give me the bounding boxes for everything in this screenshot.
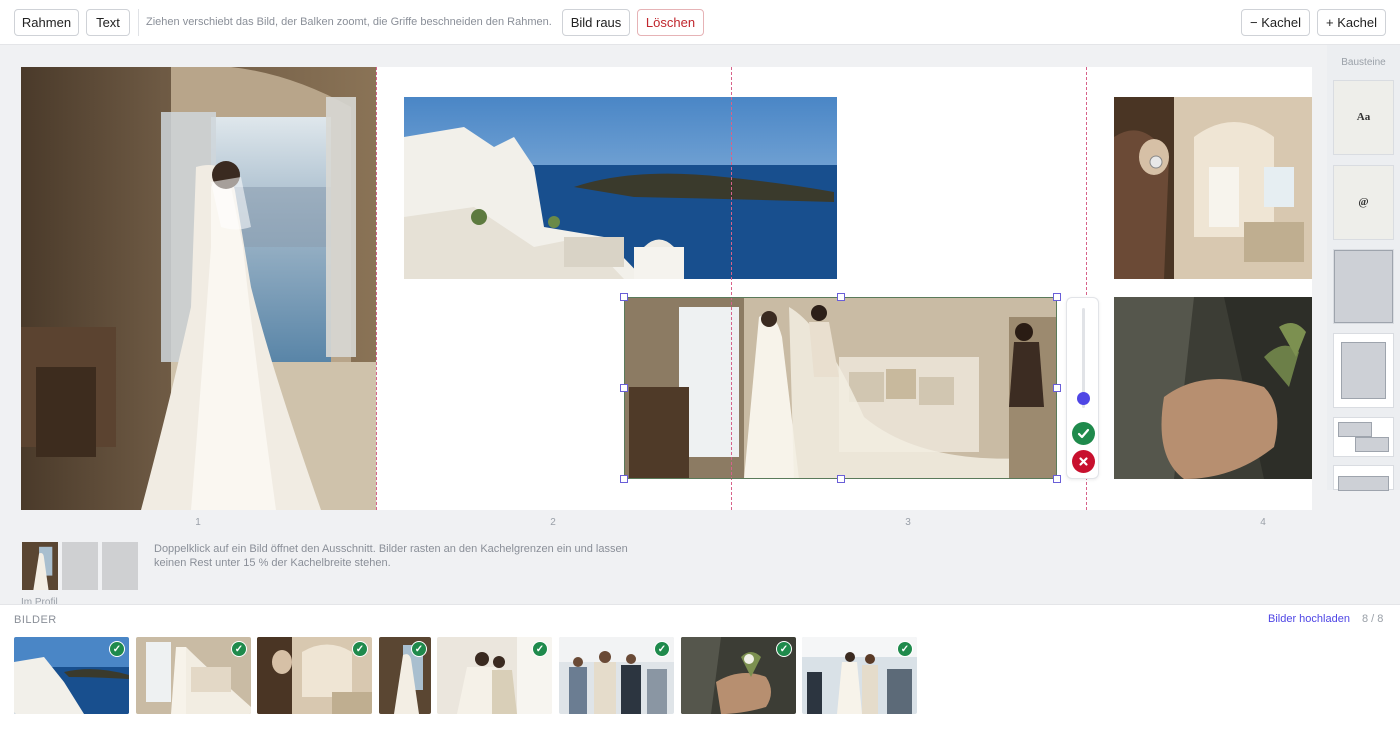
crop-handle-bottom[interactable] <box>837 475 845 483</box>
crop-info-text: Doppelklick auf ein Bild öffnet den Auss… <box>154 543 628 569</box>
crop-handle-top-right[interactable] <box>1053 293 1061 301</box>
block-image-placeholder <box>1334 250 1393 323</box>
check-icon: ✓ <box>109 641 125 657</box>
block-label: @ <box>1358 196 1369 208</box>
photo-earring-closeup[interactable] <box>1114 97 1312 279</box>
overlap-image-block[interactable] <box>1333 417 1394 457</box>
tray-image-groom-guests[interactable]: ✓ <box>559 637 674 714</box>
tray-image-santorini-coast[interactable]: ✓ <box>14 637 129 714</box>
toolbar-hint: Ziehen verschiebt das Bild, der Balken z… <box>138 9 552 36</box>
photo-santorini-coast[interactable] <box>404 97 837 279</box>
page-number: 3 <box>905 517 911 528</box>
profile-cell-empty <box>61 541 99 591</box>
crop-handle-left[interactable] <box>620 384 628 392</box>
profile-cell-empty <box>101 541 139 591</box>
upload-images-link[interactable]: Bilder hochladen <box>1268 613 1350 625</box>
zoom-slider-handle[interactable] <box>1077 392 1090 405</box>
tray-image-earring-closeup[interactable]: ✓ <box>257 637 372 714</box>
tile-minus-button[interactable]: − Kachel <box>1241 9 1310 36</box>
cancel-crop-button[interactable] <box>1072 450 1095 473</box>
page-number: 2 <box>550 517 556 528</box>
delete-button[interactable]: Löschen <box>637 9 704 36</box>
check-icon: ✓ <box>654 641 670 657</box>
tile-plus-button[interactable]: + Kachel <box>1317 9 1386 36</box>
toolbar: Rahmen Text Ziehen verschiebt das Bild, … <box>0 0 1400 45</box>
block-image-placeholder <box>1338 476 1389 491</box>
block-image-placeholder <box>1341 342 1386 399</box>
tray-image-bride-at-window[interactable]: ✓ <box>379 637 431 714</box>
tray-image-couple-seated[interactable]: ✓ <box>437 637 552 714</box>
crop-handle-bottom-left[interactable] <box>620 475 628 483</box>
check-icon: ✓ <box>532 641 548 657</box>
tall-image-block[interactable] <box>1333 249 1394 324</box>
tray-image-bride-veil-room[interactable]: ✓ <box>136 637 251 714</box>
profile-cell-photo <box>21 541 59 591</box>
album-page-1[interactable] <box>21 67 376 510</box>
crop-handle-bottom-right[interactable] <box>1053 475 1061 483</box>
page-boundary-guide <box>376 67 377 510</box>
check-icon: ✓ <box>231 641 247 657</box>
photo-bride-at-window[interactable] <box>21 67 376 510</box>
email-block[interactable]: @ <box>1333 165 1394 240</box>
sidebar-title: Bausteine <box>1341 57 1386 68</box>
check-icon: ✓ <box>897 641 913 657</box>
tray-image-hand-boutonniere[interactable]: ✓ <box>681 637 796 714</box>
page-number: 1 <box>195 517 201 528</box>
text-button[interactable]: Text <box>86 9 130 36</box>
crop-handle-right[interactable] <box>1053 384 1061 392</box>
confirm-crop-button[interactable] <box>1072 422 1095 445</box>
profile-preview[interactable] <box>21 541 140 591</box>
tray-image-couple-walking[interactable]: ✓ <box>802 637 917 714</box>
framed-image-block[interactable] <box>1333 333 1394 408</box>
tray-title: BILDER <box>14 614 57 626</box>
crop-handle-top-left[interactable] <box>620 293 628 301</box>
wide-image-block[interactable] <box>1333 465 1394 491</box>
block-label: Aa <box>1356 111 1371 123</box>
check-icon: ✓ <box>352 641 368 657</box>
photo-hand-boutonniere[interactable] <box>1114 297 1312 479</box>
check-icon: ✓ <box>776 641 792 657</box>
selected-frame[interactable] <box>620 293 1061 483</box>
x-icon <box>1079 457 1088 466</box>
block-image-placeholder <box>1338 422 1372 437</box>
crop-handle-top[interactable] <box>837 293 845 301</box>
zoom-panel <box>1066 297 1099 479</box>
check-icon: ✓ <box>411 641 427 657</box>
page-number: 4 <box>1260 517 1266 528</box>
text-block[interactable]: Aa <box>1333 80 1394 155</box>
blocks-sidebar: Bausteine Aa @ <box>1327 45 1400 491</box>
check-icon <box>1077 428 1090 439</box>
remove-image-button[interactable]: Bild raus <box>562 9 630 36</box>
image-tray: BILDER Bilder hochladen 8 / 8 ✓ ✓ ✓ ✓ ✓ … <box>0 604 1400 731</box>
image-count: 8 / 8 <box>1362 613 1384 625</box>
frame-button[interactable]: Rahmen <box>14 9 79 36</box>
block-image-placeholder <box>1355 437 1389 452</box>
